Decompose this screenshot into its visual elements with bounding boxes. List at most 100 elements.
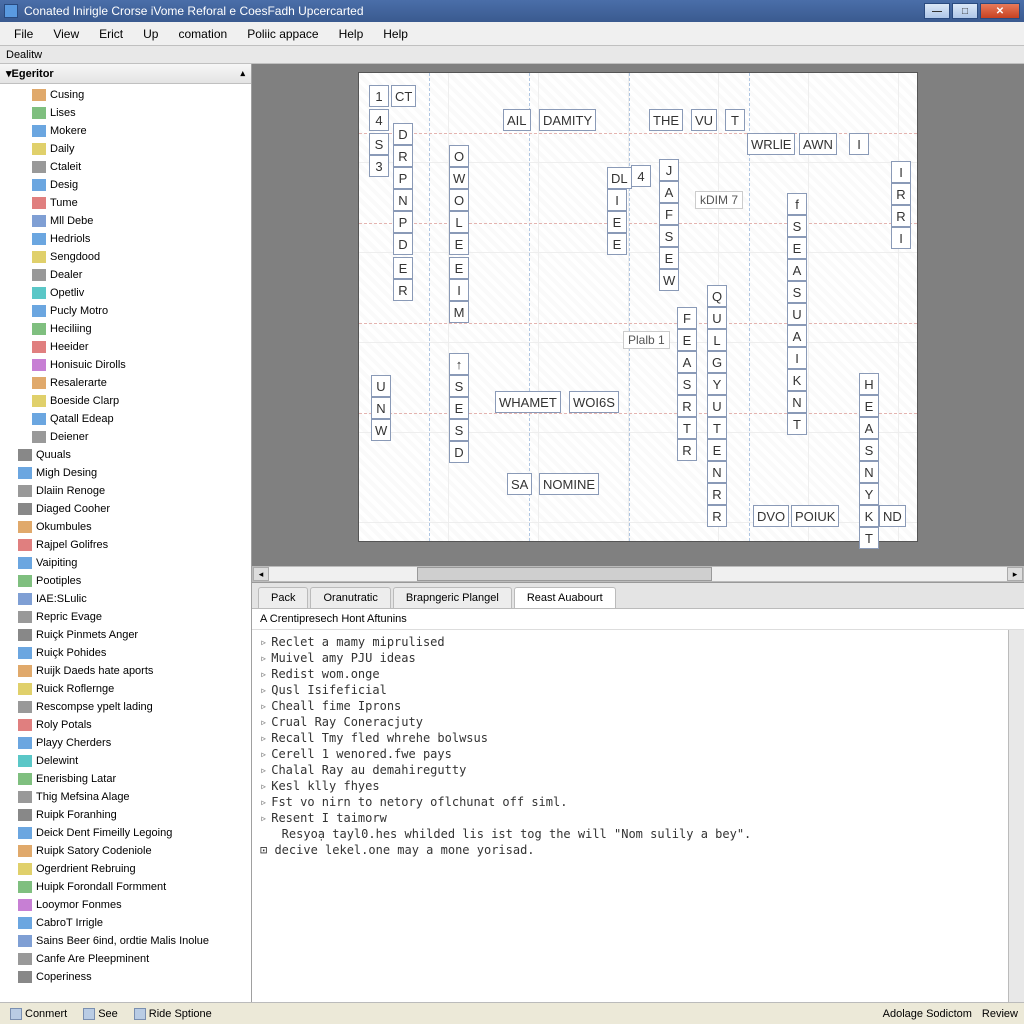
crossword-cell[interactable]: Q (707, 285, 727, 307)
crossword-cell[interactable]: E (707, 439, 727, 461)
tree-item[interactable]: Desig (0, 176, 251, 194)
crossword-cell[interactable]: SA (507, 473, 532, 495)
crossword-cell[interactable]: R (393, 145, 413, 167)
design-canvas[interactable]: 1CT4S3DRPNPDEROWOLEEIM↑SESDUNWAILDAMITYT… (358, 72, 918, 542)
tree-item[interactable]: Tume (0, 194, 251, 212)
crossword-cell[interactable]: W (659, 269, 679, 291)
crossword-cell[interactable]: THE (649, 109, 683, 131)
crossword-cell[interactable]: E (677, 329, 697, 351)
crossword-cell[interactable]: J (659, 159, 679, 181)
crossword-cell[interactable]: L (707, 329, 727, 351)
crossword-cell[interactable]: S (787, 281, 807, 303)
canvas-label[interactable]: Plalb 1 (623, 331, 670, 349)
crossword-cell[interactable]: D (393, 123, 413, 145)
maximize-button[interactable]: □ (952, 3, 978, 19)
minimize-button[interactable]: — (924, 3, 950, 19)
tree-item[interactable]: Looymor Fonmes (0, 896, 251, 914)
tree-item[interactable]: Hedriols (0, 230, 251, 248)
crossword-cell[interactable]: R (393, 279, 413, 301)
menu-view[interactable]: View (45, 24, 87, 44)
menu-erict[interactable]: Erict (91, 24, 131, 44)
crossword-cell[interactable]: P (393, 167, 413, 189)
tree-item[interactable]: Ogerdrient Rebruing (0, 860, 251, 878)
crossword-cell[interactable]: O (449, 189, 469, 211)
tree-item[interactable]: Enerisbing Latar (0, 770, 251, 788)
tree-item[interactable]: Ctaleit (0, 158, 251, 176)
crossword-cell[interactable]: I (787, 347, 807, 369)
tree-item[interactable]: Boeside Clarp (0, 392, 251, 410)
crossword-cell[interactable]: R (677, 395, 697, 417)
log-scrollbar[interactable] (1008, 630, 1024, 1002)
tree-item[interactable]: Ruiçk Pinmets Anger (0, 626, 251, 644)
tree-item[interactable]: Heciliing (0, 320, 251, 338)
tree-item[interactable]: Daily (0, 140, 251, 158)
crossword-cell[interactable]: O (449, 145, 469, 167)
crossword-cell[interactable]: E (449, 397, 469, 419)
crossword-cell[interactable]: WRLlE (747, 133, 795, 155)
crossword-cell[interactable]: R (891, 205, 911, 227)
crossword-cell[interactable]: I (849, 133, 869, 155)
crossword-cell[interactable]: G (707, 351, 727, 373)
crossword-cell[interactable]: 4 (631, 165, 651, 187)
crossword-cell[interactable]: 1 (369, 85, 389, 107)
tab-1[interactable]: Oranutratic (310, 587, 390, 608)
crossword-cell[interactable]: W (371, 419, 391, 441)
tree-item[interactable]: Heeider (0, 338, 251, 356)
crossword-cell[interactable]: A (787, 325, 807, 347)
tree-item[interactable]: Quuals (0, 446, 251, 464)
crossword-cell[interactable]: F (659, 203, 679, 225)
tree-item[interactable]: Ruipk Satory Codeniole (0, 842, 251, 860)
crossword-cell[interactable]: H (859, 373, 879, 395)
crossword-cell[interactable]: ↑ (449, 353, 469, 375)
crossword-cell[interactable]: I (449, 279, 469, 301)
tree-item[interactable]: Rajpel Golifres (0, 536, 251, 554)
status-item[interactable]: See (79, 1008, 122, 1020)
status-item[interactable]: Ride Sptione (130, 1008, 216, 1020)
tree-item[interactable]: Ruipk Foranhing (0, 806, 251, 824)
tree-item[interactable]: Canfe Are Pleepminent (0, 950, 251, 968)
menu-up[interactable]: Up (135, 24, 166, 44)
tree-item[interactable]: Ruijk Daeds hate aports (0, 662, 251, 680)
crossword-cell[interactable]: S (449, 375, 469, 397)
tree-item[interactable]: Pucly Motro (0, 302, 251, 320)
crossword-cell[interactable]: U (707, 395, 727, 417)
tree-item[interactable]: Ruick Roflernge (0, 680, 251, 698)
scroll-right-icon[interactable]: ▸ (1007, 567, 1023, 581)
crossword-cell[interactable]: S (677, 373, 697, 395)
crossword-cell[interactable]: E (607, 233, 627, 255)
tree-item[interactable]: Mokere (0, 122, 251, 140)
crossword-cell[interactable]: N (859, 461, 879, 483)
crossword-cell[interactable]: f (787, 193, 807, 215)
crossword-cell[interactable]: E (659, 247, 679, 269)
tree-item[interactable]: Okumbules (0, 518, 251, 536)
crossword-cell[interactable]: S (659, 225, 679, 247)
crossword-cell[interactable]: R (707, 483, 727, 505)
tree-item[interactable]: Opetliv (0, 284, 251, 302)
tree-item[interactable]: Dlaiin Renoge (0, 482, 251, 500)
crossword-cell[interactable]: R (891, 183, 911, 205)
crossword-cell[interactable]: T (677, 417, 697, 439)
crossword-cell[interactable]: POIUK (791, 505, 839, 527)
crossword-cell[interactable]: U (787, 303, 807, 325)
crossword-cell[interactable]: CT (391, 85, 416, 107)
crossword-cell[interactable]: E (787, 237, 807, 259)
tree-item[interactable]: IAE:SLulic (0, 590, 251, 608)
tree-item[interactable]: Coperiness (0, 968, 251, 986)
crossword-cell[interactable]: U (371, 375, 391, 397)
tree-item[interactable]: Lises (0, 104, 251, 122)
crossword-cell[interactable]: A (859, 417, 879, 439)
crossword-cell[interactable]: I (891, 161, 911, 183)
crossword-cell[interactable]: L (449, 211, 469, 233)
crossword-cell[interactable]: DVO (753, 505, 789, 527)
crossword-cell[interactable]: S (859, 439, 879, 461)
collapse-icon[interactable]: ▴ (240, 68, 245, 79)
tree-item[interactable]: Diaged Cooher (0, 500, 251, 518)
tree-item[interactable]: Playy Cherders (0, 734, 251, 752)
menu-comation[interactable]: comation (170, 24, 235, 44)
crossword-cell[interactable]: DAMITY (539, 109, 596, 131)
tab-3[interactable]: Reast Auabourt (514, 587, 616, 608)
crossword-cell[interactable]: E (607, 211, 627, 233)
crossword-cell[interactable]: T (787, 413, 807, 435)
menu-file[interactable]: File (6, 24, 41, 44)
crossword-cell[interactable]: I (607, 189, 627, 211)
